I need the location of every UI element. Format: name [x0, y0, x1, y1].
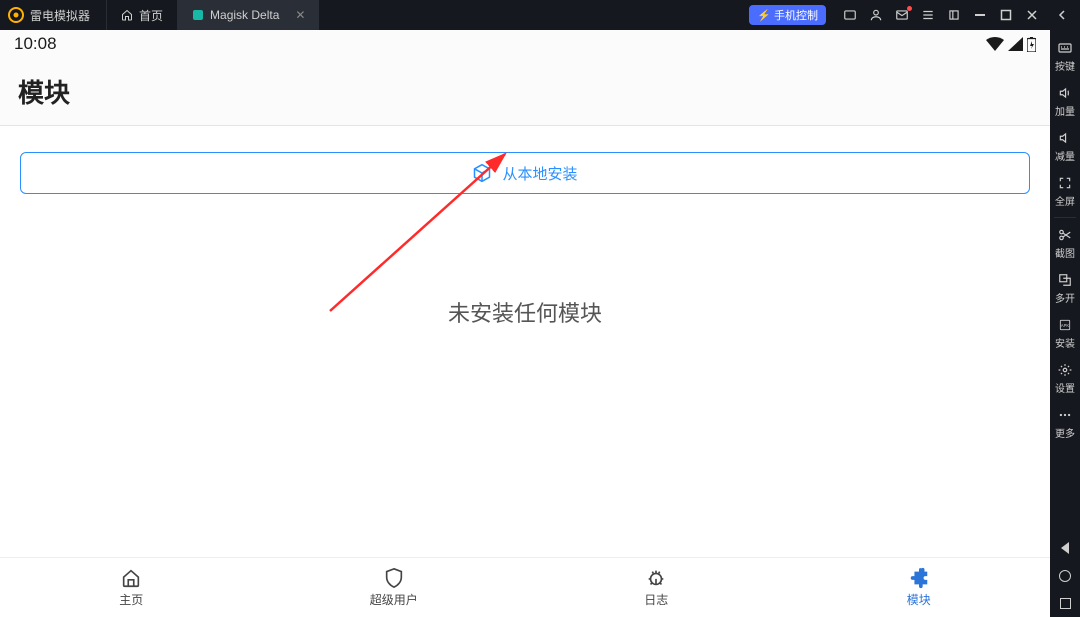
sidebar-label: 按键 — [1055, 58, 1075, 73]
tab-label: Magisk Delta — [210, 8, 279, 22]
app-header: 模块 — [0, 58, 1050, 126]
sidebar-label: 全屏 — [1055, 193, 1075, 208]
phone-control-label: 手机控制 — [774, 7, 818, 23]
keyboard-icon — [1057, 40, 1073, 56]
nav-home[interactable]: 主页 — [0, 558, 263, 617]
screenshot-icon[interactable] — [842, 7, 858, 23]
sidebar-item-settings[interactable]: 设置 — [1050, 356, 1080, 401]
puzzle-icon — [908, 567, 930, 589]
fullscreen-icon — [1057, 175, 1073, 191]
android-nav-buttons — [1059, 542, 1071, 609]
install-from-local-button[interactable]: 从本地安装 — [20, 152, 1030, 194]
minimize-icon[interactable] — [972, 7, 988, 23]
sidebar-label: 减量 — [1055, 148, 1075, 163]
home-icon — [120, 567, 142, 589]
nav-modules[interactable]: 模块 — [788, 558, 1051, 617]
phone-control-button[interactable]: ⚡ 手机控制 — [749, 5, 826, 25]
mail-icon[interactable] — [894, 7, 910, 23]
expand-icon[interactable] — [946, 7, 962, 23]
volume-down-icon — [1057, 130, 1073, 146]
emulator-sidebar: 按键 加量 减量 全屏 截图 多开 APK 安装 设置 更多 — [1050, 30, 1080, 617]
maximize-icon[interactable] — [998, 7, 1014, 23]
signal-icon — [1008, 37, 1023, 51]
nav-superuser[interactable]: 超级用户 — [263, 558, 526, 617]
nav-label: 主页 — [119, 591, 143, 608]
app-logo-icon — [8, 7, 24, 23]
close-icon[interactable]: ✕ — [295, 8, 305, 22]
sidebar-item-more[interactable]: 更多 — [1050, 401, 1080, 446]
sidebar-label: 多开 — [1055, 290, 1075, 305]
apk-icon: APK — [1057, 317, 1073, 333]
empty-message: 未安装任何模块 — [0, 296, 1050, 328]
nav-label: 模块 — [907, 591, 931, 608]
status-time: 10:08 — [14, 34, 57, 54]
sidebar-label: 更多 — [1055, 425, 1075, 440]
page-title: 模块 — [18, 73, 70, 110]
status-icons — [986, 37, 1036, 52]
volume-up-icon — [1057, 85, 1073, 101]
nav-log[interactable]: 日志 — [525, 558, 788, 617]
install-label: 从本地安装 — [502, 163, 577, 184]
emulator-titlebar: 雷电模拟器 首页 Magisk Delta ✕ ⚡ 手机控制 — [0, 0, 1080, 30]
status-bar: 10:08 — [0, 30, 1050, 58]
svg-text:APK: APK — [1061, 323, 1069, 328]
sidebar-label: 截图 — [1055, 245, 1075, 260]
nav-label: 超级用户 — [370, 591, 418, 608]
recents-button[interactable] — [1060, 598, 1071, 609]
tab-home[interactable]: 首页 — [106, 0, 177, 30]
package-icon — [472, 163, 492, 183]
sidebar-item-volume-down[interactable]: 减量 — [1050, 124, 1080, 169]
main-content: 从本地安装 未安装任何模块 — [0, 126, 1050, 557]
sidebar-item-fullscreen[interactable]: 全屏 — [1050, 169, 1080, 214]
sidebar-label: 安装 — [1055, 335, 1075, 350]
battery-icon — [1027, 37, 1036, 52]
tab-magisk[interactable]: Magisk Delta ✕ — [177, 0, 319, 30]
back-button[interactable] — [1061, 542, 1069, 554]
chevron-left-icon[interactable] — [1054, 7, 1070, 23]
sidebar-item-install[interactable]: APK 安装 — [1050, 311, 1080, 356]
wifi-icon — [986, 37, 1004, 51]
bottom-nav: 主页 超级用户 日志 模块 — [0, 557, 1050, 617]
sidebar-item-keymap[interactable]: 按键 — [1050, 34, 1080, 79]
sidebar-item-screenshot[interactable]: 截图 — [1050, 221, 1080, 266]
sidebar-label: 设置 — [1055, 380, 1075, 395]
sidebar-label: 加量 — [1055, 103, 1075, 118]
home-icon — [121, 9, 133, 21]
nav-label: 日志 — [644, 591, 668, 608]
more-icon — [1057, 407, 1073, 423]
window-controls — [832, 7, 1080, 23]
bug-icon — [645, 567, 667, 589]
close-window-icon[interactable] — [1024, 7, 1040, 23]
menu-icon[interactable] — [920, 7, 936, 23]
sidebar-item-multi[interactable]: 多开 — [1050, 266, 1080, 311]
home-button[interactable] — [1059, 570, 1071, 582]
multi-icon — [1057, 272, 1073, 288]
app-name: 雷电模拟器 — [30, 7, 106, 24]
sidebar-item-volume-up[interactable]: 加量 — [1050, 79, 1080, 124]
scissors-icon — [1057, 227, 1073, 243]
magisk-icon — [192, 9, 204, 21]
shield-icon — [383, 567, 405, 589]
android-screen: 10:08 模块 从本地安装 未安装任何模块 主页 超级用户 — [0, 30, 1050, 617]
bolt-icon: ⚡ — [757, 9, 771, 22]
tab-label: 首页 — [139, 7, 163, 24]
user-icon[interactable] — [868, 7, 884, 23]
gear-icon — [1057, 362, 1073, 378]
